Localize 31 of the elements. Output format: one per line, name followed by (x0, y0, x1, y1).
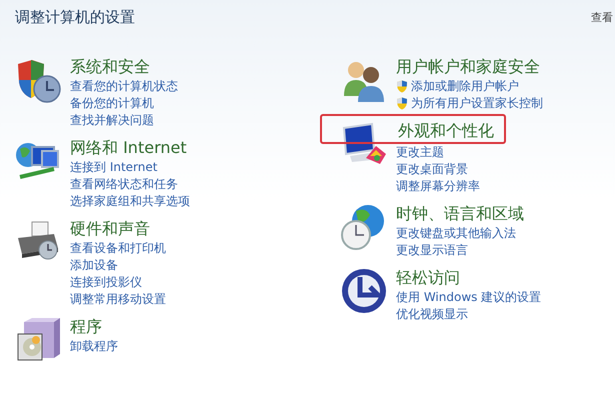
task-link[interactable]: 备份您的计算机 (70, 95, 154, 112)
task-link[interactable]: 为所有用户设置家长控制 (411, 95, 543, 112)
task-link[interactable]: 查看设备和打印机 (70, 240, 166, 257)
category-title-link[interactable]: 时钟、语言和区域 (396, 203, 524, 225)
accessibility-icon (340, 267, 388, 315)
category-title-link[interactable]: 用户帐户和家庭安全 (396, 56, 543, 78)
task-link[interactable]: 查看网络状态和任务 (70, 176, 178, 193)
task-link[interactable]: 更改显示语言 (396, 242, 468, 259)
category-title-link[interactable]: 网络和 Internet (70, 137, 190, 159)
task-link[interactable]: 优化视频显示 (396, 306, 468, 323)
task-link[interactable]: 卸载程序 (70, 338, 118, 355)
task-link[interactable]: 调整屏幕分辨率 (396, 178, 480, 195)
task-link[interactable]: 查找并解决问题 (70, 112, 154, 129)
task-link[interactable]: 使用 Windows 建议的设置 (396, 289, 542, 306)
view-by-label: 查看 (591, 10, 614, 26)
task-link[interactable]: 调整常用移动设置 (70, 291, 166, 308)
task-link[interactable]: 更改主题 (396, 144, 444, 161)
category-title-link[interactable]: 外观和个性化 (320, 114, 506, 144)
page-title: 调整计算机的设置 (15, 7, 135, 28)
task-link[interactable]: 连接到 Internet (70, 159, 158, 176)
category-title-link[interactable]: 系统和安全 (70, 56, 178, 78)
category-title-link[interactable]: 轻松访问 (396, 267, 542, 289)
task-link[interactable]: 选择家庭组和共享选项 (70, 193, 190, 210)
task-link[interactable]: 更改键盘或其他输入法 (396, 225, 516, 242)
task-link[interactable]: 查看您的计算机状态 (70, 78, 178, 95)
task-link[interactable]: 添加或删除用户帐户 (411, 78, 519, 95)
category-title-link[interactable]: 程序 (70, 316, 118, 338)
task-link[interactable]: 连接到投影仪 (70, 274, 142, 291)
task-link[interactable]: 添加设备 (70, 257, 118, 274)
category-title-link[interactable]: 硬件和声音 (70, 218, 166, 240)
task-link[interactable]: 更改桌面背景 (396, 161, 468, 178)
